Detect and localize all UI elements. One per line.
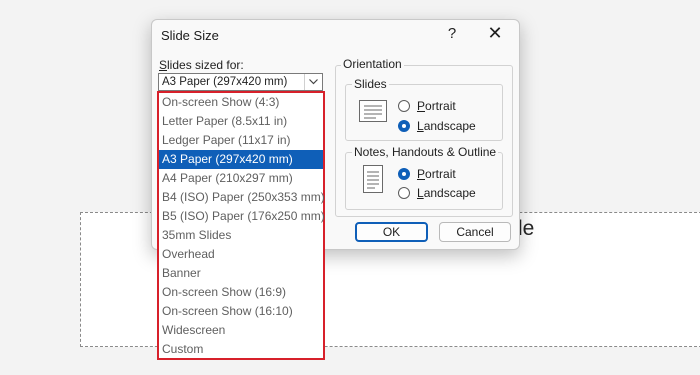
dialog-titlebar: Slide Size ? ✕ — [152, 20, 519, 52]
portrait-page-icon — [363, 165, 383, 193]
slides-portrait-label: Portrait — [417, 99, 456, 113]
list-item-selected[interactable]: A3 Paper (297x420 mm) — [159, 150, 323, 169]
list-item[interactable]: Ledger Paper (11x17 in) — [159, 131, 323, 150]
list-item[interactable]: Letter Paper (8.5x11 in) — [159, 112, 323, 131]
notes-landscape-option[interactable]: Landscape — [398, 186, 476, 200]
slide-size-dropdown-list: On-screen Show (4:3) Letter Paper (8.5x1… — [157, 91, 325, 360]
list-item[interactable]: On-screen Show (16:10) — [159, 302, 323, 321]
list-item[interactable]: Overhead — [159, 245, 323, 264]
list-item[interactable]: On-screen Show (16:9) — [159, 283, 323, 302]
list-item[interactable]: Custom — [159, 340, 323, 359]
combobox-value: A3 Paper (297x420 mm) — [162, 76, 288, 88]
list-item[interactable]: Widescreen — [159, 321, 323, 340]
notes-portrait-radio[interactable] — [398, 168, 410, 180]
list-item[interactable]: B4 (ISO) Paper (250x353 mm) — [159, 188, 325, 207]
list-item[interactable]: A4 Paper (210x297 mm) — [159, 169, 323, 188]
landscape-page-icon — [359, 100, 387, 122]
slides-orientation-legend: Slides — [352, 77, 389, 91]
notes-orientation-legend: Notes, Handouts & Outline — [352, 145, 499, 159]
notes-portrait-label: Portrait — [417, 167, 456, 181]
slides-landscape-label: Landscape — [417, 119, 476, 133]
slides-portrait-option[interactable]: Portrait — [398, 99, 456, 113]
slides-landscape-option[interactable]: Landscape — [398, 119, 476, 133]
slides-landscape-radio[interactable] — [398, 120, 410, 132]
slides-sized-for-combobox[interactable]: A3 Paper (297x420 mm) — [158, 73, 323, 91]
ok-button[interactable]: OK — [355, 222, 428, 242]
cancel-button[interactable]: Cancel — [439, 222, 511, 242]
list-item[interactable]: B5 (ISO) Paper (176x250 mm) — [159, 207, 325, 226]
help-button[interactable]: ? — [443, 25, 461, 42]
chevron-down-icon[interactable] — [304, 74, 322, 90]
list-item[interactable]: On-screen Show (4:3) — [159, 93, 323, 112]
close-button[interactable]: ✕ — [485, 23, 505, 44]
placeholder-text-fragment: le — [518, 217, 535, 240]
list-item[interactable]: Banner — [159, 264, 323, 283]
slides-sized-for-label: Slides sized for: — [159, 58, 244, 72]
notes-landscape-label: Landscape — [417, 186, 476, 200]
dialog-title: Slide Size — [161, 28, 219, 43]
notes-portrait-option[interactable]: Portrait — [398, 167, 456, 181]
list-item[interactable]: 35mm Slides — [159, 226, 323, 245]
orientation-legend: Orientation — [341, 57, 404, 71]
slides-portrait-radio[interactable] — [398, 100, 410, 112]
notes-landscape-radio[interactable] — [398, 187, 410, 199]
